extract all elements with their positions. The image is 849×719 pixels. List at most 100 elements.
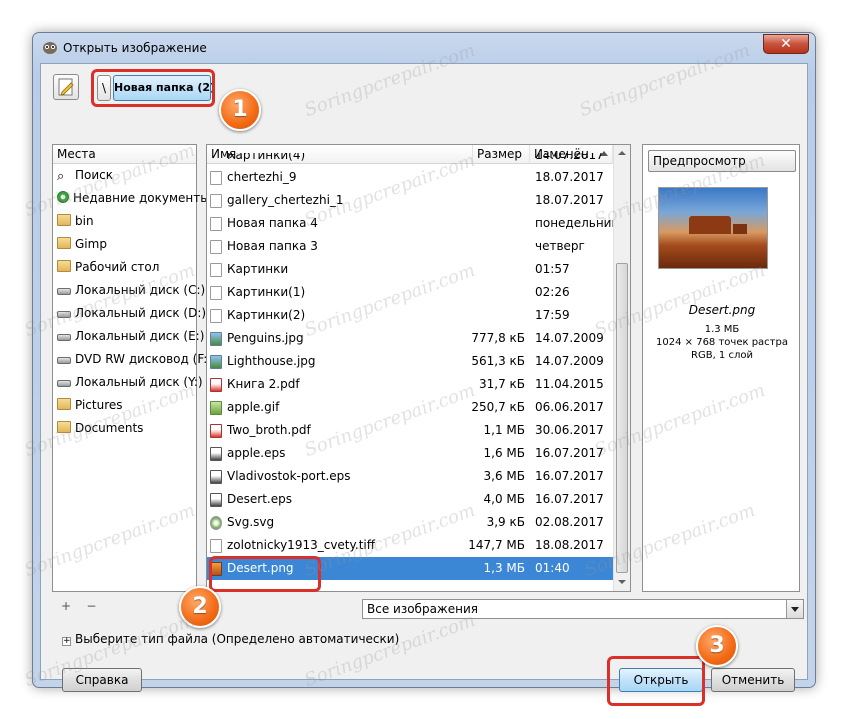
places-header[interactable]: Места — [53, 145, 196, 164]
file-eps-icon — [210, 493, 222, 507]
file-name: Книга 2.pdf — [227, 377, 300, 391]
places-item-label: Рабочий стол — [75, 260, 160, 274]
file-row[interactable]: Картинки 01:57 — [207, 258, 613, 281]
close-button[interactable]: ✕ — [763, 34, 809, 54]
file-list-scrollbar[interactable] — [613, 145, 630, 591]
file-date: 16.07.2017 — [535, 469, 604, 483]
file-date: 01:40 — [535, 561, 570, 575]
file-date: 06.06.2017 — [535, 400, 604, 414]
file-date: понедельник — [535, 216, 619, 230]
drive-icon — [57, 311, 71, 318]
help-button[interactable]: Справка — [62, 668, 142, 692]
places-item[interactable]: Локальный диск (D:) — [53, 302, 206, 325]
file-rows: chertezhi_9 18.07.2017 gallery_chertezhi_1… — [207, 166, 619, 580]
file-row[interactable]: Новая папка 3 четверг — [207, 235, 613, 258]
step-badge-2: 2 — [179, 586, 221, 628]
recent-icon — [57, 191, 69, 203]
cancel-button[interactable]: Отменить — [711, 668, 795, 692]
scroll-up-icon[interactable] — [614, 145, 630, 162]
file-date: 14.07.2009 — [535, 354, 604, 368]
add-bookmark-icon[interactable]: + — [61, 599, 71, 613]
places-item[interactable]: Documents — [53, 417, 196, 440]
folder-icon — [57, 214, 71, 226]
file-name: Картинки — [227, 262, 289, 276]
step-badge-1: 1 — [219, 89, 261, 131]
file-list: Имя Размер Изменён Картинки(4) 14.07.201… — [206, 144, 631, 592]
remove-bookmark-icon[interactable]: − — [86, 599, 96, 613]
file-row[interactable]: Картинки(1) 02:26 — [207, 281, 613, 304]
edit-location-button[interactable] — [53, 74, 79, 100]
file-folder-icon — [210, 309, 222, 323]
file-type-expander[interactable]: + Выберите тип файла (Определено автомати… — [62, 632, 399, 646]
places-item[interactable]: ⌕ Поиск — [53, 164, 196, 187]
file-date: 16.07.2017 — [535, 492, 604, 506]
file-row[interactable]: Two_broth.pdf 1,1 МБ 30.06.2017 — [207, 419, 613, 442]
drive-icon — [57, 380, 71, 387]
places-item[interactable]: Pictures — [53, 394, 196, 417]
file-date: четверг — [535, 239, 585, 253]
file-row[interactable]: chertezhi_9 18.07.2017 — [207, 166, 613, 189]
places-list: ⌕ Поиск Недавние документы bin Gimp Рабочий с… — [53, 164, 212, 440]
places-item[interactable]: Локальный диск (C:) — [53, 279, 205, 302]
drive-icon — [57, 334, 71, 341]
places-panel: Места ⌕ Поиск Недавние документы bin Gimp Раб… — [52, 144, 212, 592]
file-row[interactable]: apple.gif 250,7 кБ 06.06.2017 — [207, 396, 613, 419]
chevron-down-icon[interactable] — [786, 600, 803, 618]
folder-icon — [57, 421, 71, 433]
file-row[interactable]: Svg.svg 3,9 кБ 02.08.2017 — [207, 511, 613, 534]
highlight-selected-file — [209, 556, 321, 592]
file-row[interactable]: Vladivostok-port.eps 3,6 МБ 16.07.2017 — [207, 465, 613, 488]
places-item[interactable]: Локальный диск (Y:) — [53, 371, 203, 394]
file-row[interactable]: Новая папка 4 понедельник — [207, 212, 619, 235]
file-name: zolotnicky1913_cvety.tiff — [227, 538, 376, 552]
file-name: gallery_chertezhi_1 — [227, 193, 344, 207]
places-item-label: DVD RW дисковод (F:) — [75, 352, 213, 366]
file-row[interactable]: gallery_chertezhi_1 18.07.2017 — [207, 189, 613, 212]
places-item-label: Локальный диск (Y:) — [75, 375, 203, 389]
places-item[interactable]: Недавние документы — [53, 187, 210, 210]
file-row[interactable]: Lighthouse.jpg 561,3 кБ 14.07.2009 — [207, 350, 613, 373]
places-item[interactable]: Локальный диск (E:) — [53, 325, 204, 348]
file-name: Новая папка 4 — [227, 216, 318, 230]
file-row[interactable]: Desert.eps 4,0 МБ 16.07.2017 — [207, 488, 613, 511]
file-row[interactable]: apple.eps 1,6 МБ 16.07.2017 — [207, 442, 613, 465]
file-pdf-icon — [210, 378, 222, 392]
places-item-label: Pictures — [75, 398, 123, 412]
places-item[interactable]: DVD RW дисковод (F:) — [53, 348, 212, 371]
file-row[interactable]: Картинки(2) 17:59 — [207, 304, 613, 327]
file-type-label: Выберите тип файла (Определено автоматич… — [75, 632, 400, 646]
file-date: 01:57 — [535, 262, 570, 276]
file-size: 777,8 кБ — [471, 331, 525, 345]
places-item[interactable]: Рабочий стол — [53, 256, 196, 279]
file-filter-select[interactable]: Все изображения — [362, 599, 804, 619]
file-row-partial[interactable]: Картинки(4) 14.07.2017 — [207, 153, 613, 165]
file-row[interactable]: zolotnicky1913_cvety.tiff 147,7 МБ 18.08.2… — [207, 534, 613, 557]
preview-thumbnail — [658, 187, 768, 269]
file-size: 3,6 МБ — [483, 469, 525, 483]
pencil-icon — [58, 78, 74, 96]
file-date: 18.07.2017 — [535, 193, 604, 207]
file-date: 30.06.2017 — [535, 423, 604, 437]
file-row[interactable]: Книга 2.pdf 31,7 кБ 11.04.2015 — [207, 373, 613, 396]
places-item[interactable]: Gimp — [53, 233, 196, 256]
file-folder-icon — [210, 263, 222, 277]
file-img-icon — [210, 332, 222, 346]
file-date: 14.07.2009 — [535, 331, 604, 345]
file-row[interactable]: Penguins.jpg 777,8 кБ 14.07.2009 — [207, 327, 613, 350]
file-folder-icon — [210, 194, 222, 208]
file-folder-icon — [210, 240, 222, 254]
preview-file-size: 1.3 МБ — [704, 324, 740, 335]
scroll-thumb[interactable] — [616, 263, 628, 573]
file-name: Penguins.jpg — [227, 331, 304, 345]
file-size: 561,3 кБ — [471, 354, 525, 368]
places-tools: + − — [61, 599, 96, 613]
drive-icon — [57, 288, 71, 295]
close-icon: ✕ — [780, 36, 792, 52]
file-name: Lighthouse.jpg — [227, 354, 316, 368]
scroll-down-icon[interactable] — [614, 574, 630, 591]
places-item-label: Documents — [75, 421, 144, 435]
file-name: Картинки(1) — [227, 285, 306, 299]
places-item[interactable]: bin — [53, 210, 196, 233]
highlight-open-button — [607, 656, 705, 706]
preview-button[interactable]: Предпросмотр — [648, 150, 796, 172]
